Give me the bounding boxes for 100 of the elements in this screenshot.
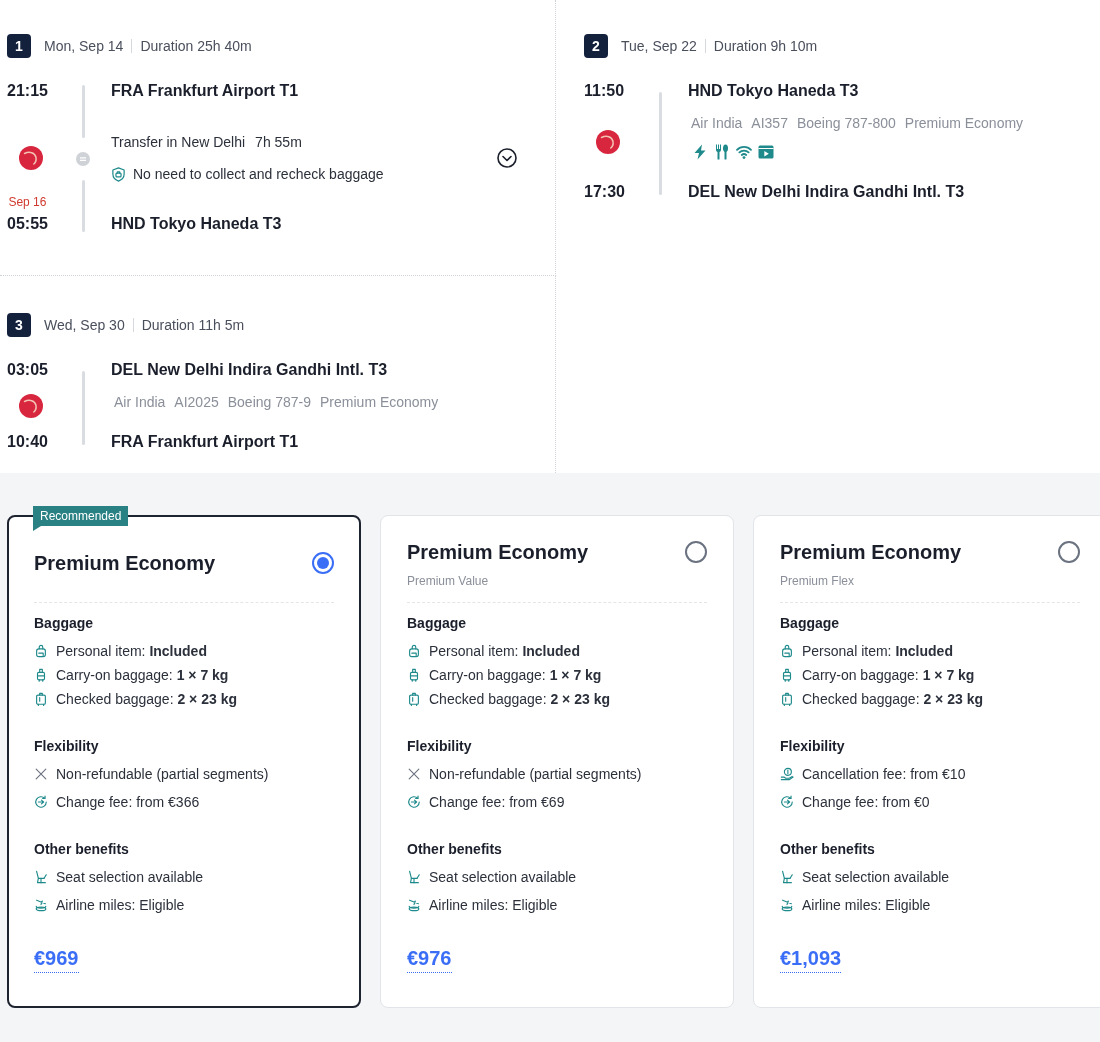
arrival-time: 10:40	[7, 432, 48, 452]
section-heading: Other benefits	[34, 840, 130, 859]
bag-icon	[407, 644, 421, 658]
section-heading: Flexibility	[34, 737, 100, 756]
section-heading: Baggage	[407, 614, 468, 633]
airport-name: HND Tokyo Haneda T3	[688, 81, 860, 101]
segment-date: Tue, Sep 22	[621, 37, 697, 56]
section-heading: Other benefits	[407, 840, 503, 859]
coin-hand-icon	[780, 767, 794, 781]
segment-duration: Duration 11h 5m	[141, 316, 245, 335]
price-amount: €969	[34, 944, 79, 973]
chevron-down-icon[interactable]	[497, 148, 517, 168]
airline-logo-icon	[19, 394, 43, 418]
benefit-text: Checked baggage: 2 × 23 kg	[802, 690, 983, 709]
benefit-text: Carry-on baggage: 1 × 7 kg	[56, 666, 229, 685]
benefit-text: Change fee: from €69	[429, 793, 565, 812]
benefit-text: Non-refundable (partial segments)	[56, 765, 269, 784]
segment-duration: Duration 9h 10m	[713, 37, 818, 56]
stop-icon	[76, 151, 90, 166]
suitcase-icon	[780, 668, 794, 682]
fare-subtitle: Premium Flex	[780, 572, 855, 589]
segment-date: Wed, Sep 30	[44, 316, 125, 335]
suitcase-icon	[34, 668, 48, 682]
arrival-date-note: Sep 16	[8, 194, 47, 210]
cabin-class: Premium Economy	[904, 114, 1024, 133]
departure-time: 11:50	[584, 81, 625, 101]
radio-button[interactable]	[1058, 540, 1080, 563]
baggage-note: No need to collect and recheck baggage	[133, 165, 384, 184]
cross-icon	[407, 767, 421, 781]
benefit-text: Change fee: from €366	[56, 793, 200, 812]
airline-logo-icon	[19, 145, 43, 170]
benefit-text: Seat selection available	[802, 868, 950, 887]
arrival-time: 17:30	[584, 182, 625, 202]
flight-number: AI2025	[174, 393, 219, 412]
coins-icon	[780, 898, 794, 912]
benefit-text: Change fee: from €0	[802, 793, 930, 812]
radio-button[interactable]	[685, 540, 707, 563]
fare-title: Premium Economy	[407, 539, 589, 565]
segment-duration: Duration 25h 40m	[140, 37, 252, 56]
seat-icon	[34, 870, 48, 884]
benefit-text: Airline miles: Eligible	[802, 896, 931, 915]
airport-name: DEL New Delhi Indira Gandhi Intl. T3	[688, 182, 966, 202]
price-amount: €1,093	[780, 944, 842, 973]
number-badge: 2	[584, 34, 608, 58]
circular-arrow-icon	[407, 795, 421, 809]
luggage-icon	[780, 692, 794, 706]
benefit-text: Personal item: Included	[802, 642, 953, 661]
timeline-line	[81, 179, 85, 232]
departure-time: 03:05	[7, 360, 48, 380]
bag-icon	[780, 644, 794, 658]
fare-title: Premium Economy	[34, 551, 216, 576]
coins-icon	[34, 898, 48, 912]
circular-arrow-icon	[780, 795, 794, 809]
wifi-icon	[736, 144, 752, 160]
arrival-time: 05:55	[7, 214, 48, 234]
section-heading: Flexibility	[407, 737, 473, 756]
benefit-text: Non-refundable (partial segments)	[429, 765, 642, 784]
flight-number: AI357	[751, 114, 788, 133]
coins-icon	[407, 898, 421, 912]
luggage-icon	[34, 692, 48, 706]
benefit-text: Personal item: Included	[429, 642, 580, 661]
airline-logo-icon	[596, 129, 620, 154]
segment-date: Mon, Sep 14	[44, 37, 124, 56]
bag-icon	[34, 644, 48, 658]
benefit-text: Seat selection available	[429, 868, 577, 887]
seat-icon	[780, 870, 794, 884]
benefit-text: Airline miles: Eligible	[56, 896, 185, 915]
benefit-text: Airline miles: Eligible	[429, 896, 558, 915]
section-heading: Baggage	[34, 614, 95, 633]
cross-icon	[34, 767, 48, 781]
fare-subtitle: Premium Value	[407, 572, 490, 589]
airline-name: Air India	[691, 114, 743, 133]
timeline-line	[81, 85, 85, 138]
benefit-text: Carry-on baggage: 1 × 7 kg	[802, 666, 975, 685]
recommended-badge: Recommended	[33, 506, 129, 531]
airport-name: FRA Frankfurt Airport T1	[111, 81, 300, 101]
circular-arrow-icon	[34, 795, 48, 809]
section-heading: Baggage	[780, 614, 841, 633]
airport-name: FRA Frankfurt Airport T1	[111, 432, 300, 452]
airline-name: Air India	[114, 393, 166, 412]
benefit-text: Seat selection available	[56, 868, 204, 887]
departure-time: 21:15	[7, 81, 48, 101]
section-heading: Other benefits	[780, 840, 876, 859]
aircraft-type: Boeing 787-9	[227, 393, 312, 412]
benefit-text: Cancellation fee: from €10	[802, 765, 966, 784]
benefit-text: Carry-on baggage: 1 × 7 kg	[429, 666, 602, 685]
number-badge: 1	[7, 34, 31, 58]
aircraft-type: Boeing 787-800	[796, 114, 896, 133]
lightning-icon	[692, 144, 708, 160]
transfer-label: Transfer in New Delhi	[111, 133, 246, 152]
transfer-duration: 7h 55m	[255, 133, 302, 152]
price-amount: €976	[407, 944, 452, 973]
airport-name: DEL New Delhi Indira Gandhi Intl. T3	[111, 360, 389, 380]
number-badge: 3	[7, 313, 31, 337]
play-screen-icon	[758, 144, 774, 160]
benefit-text: Checked baggage: 2 × 23 kg	[56, 690, 237, 709]
benefit-text: Checked baggage: 2 × 23 kg	[429, 690, 610, 709]
luggage-icon	[407, 692, 421, 706]
radio-button[interactable]	[312, 552, 334, 574]
airport-name: HND Tokyo Haneda T3	[111, 214, 283, 234]
